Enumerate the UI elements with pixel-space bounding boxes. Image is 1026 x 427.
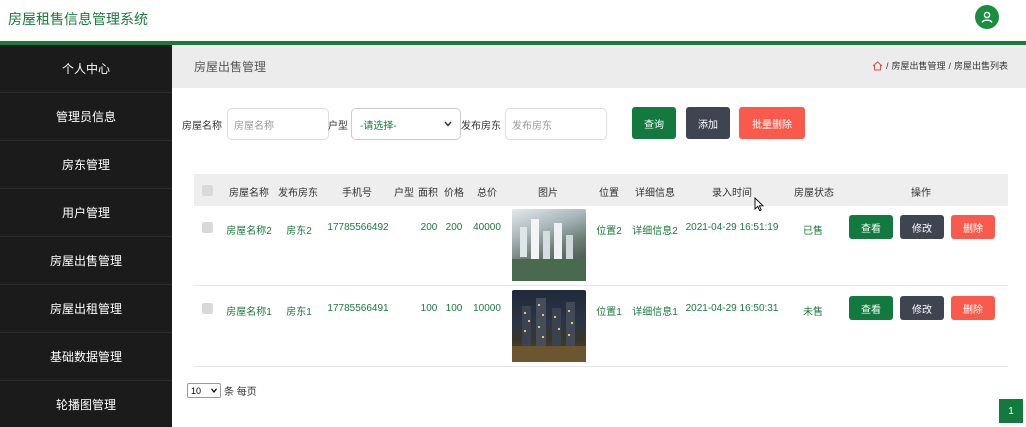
column-header: 价格 — [444, 188, 464, 199]
select-all-checkbox[interactable] — [202, 185, 213, 196]
page-header: 房屋出售管理 / 房屋出售管理 / 房屋出售列表 — [172, 45, 1026, 88]
type-select[interactable]: -请选择- — [351, 108, 461, 140]
sidebar-item-house-rent[interactable]: 房屋出租管理 — [0, 285, 172, 333]
column-header: 操作 — [911, 188, 931, 199]
type-label: 户型 — [328, 121, 348, 132]
building-image-icon — [512, 219, 586, 281]
edit-button[interactable]: 修改 — [900, 296, 944, 320]
cell-phone: 17785566491 — [327, 303, 389, 314]
sidebar-item-landlord[interactable]: 房东管理 — [0, 141, 172, 189]
house-thumbnail[interactable] — [512, 290, 586, 362]
page-title: 房屋出售管理 — [194, 60, 267, 74]
chevron-down-icon — [444, 121, 452, 127]
user-avatar-icon[interactable] — [975, 5, 999, 29]
app-title: 房屋租售信息管理系统 — [8, 11, 148, 27]
column-header: 图片 — [538, 188, 558, 199]
page-size-suffix: 条 每页 — [224, 387, 257, 398]
sidebar-item-label: 用户管理 — [61, 206, 110, 220]
table-header: 房屋名称 发布房东 手机号 户型 面积 价格 总价 图片 位置 详细信息 录入时… — [194, 174, 1008, 206]
cell-time: 2021-04-29 16:50:31 — [685, 303, 779, 314]
column-header: 房屋名称 — [229, 188, 269, 199]
column-header: 发布房东 — [278, 188, 318, 199]
sidebar-item-profile[interactable]: 个人中心 — [0, 45, 172, 93]
sidebar-item-house-sale[interactable]: 房屋出售管理 — [0, 237, 172, 285]
cell-area: 100 — [420, 303, 438, 314]
main-content: 房屋出售管理 / 房屋出售管理 / 房屋出售列表 房屋名称 房屋名称 户型 -请… — [172, 45, 1026, 427]
row-checkbox[interactable] — [202, 222, 213, 233]
column-header: 总价 — [477, 188, 497, 199]
page-size-select[interactable]: 10 — [187, 383, 221, 398]
building-image-icon — [512, 298, 586, 362]
breadcrumb-separator: / — [885, 60, 889, 71]
cell-phone: 17785566492 — [327, 222, 389, 233]
sidebar-item-label: 轮播图管理 — [55, 398, 116, 412]
breadcrumb: / 房屋出售管理 / 房屋出售列表 — [872, 59, 1008, 72]
delete-button[interactable]: 删除 — [951, 296, 995, 320]
status-badge: 未售 — [803, 307, 823, 318]
cell-location: 位置1 — [596, 307, 622, 318]
table-row: 房屋名称2 房东2 17785566492 200 200 40000 位置2 … — [194, 206, 1008, 286]
column-header: 位置 — [599, 188, 619, 199]
row-checkbox[interactable] — [202, 303, 213, 314]
sidebar: 个人中心 管理员信息 房东管理 用户管理 房屋出售管理 房屋出租管理 基础数据管… — [0, 45, 172, 427]
cell-price: 200 — [445, 222, 463, 233]
query-button[interactable]: 查询 — [632, 107, 676, 139]
batch-delete-button[interactable]: 批量删除 — [739, 107, 805, 139]
column-header: 面积 — [418, 188, 438, 199]
sidebar-item-label: 房东管理 — [61, 158, 110, 172]
sidebar-item-label: 基础数据管理 — [49, 350, 122, 364]
page-size-control: 10 条 每页 — [187, 383, 257, 398]
cell-area: 200 — [420, 222, 438, 233]
landlord-search-input[interactable]: 发布房东 — [505, 108, 607, 140]
home-icon[interactable] — [872, 60, 883, 71]
cell-landlord: 房东1 — [286, 307, 312, 318]
column-header: 房屋状态 — [794, 188, 834, 199]
breadcrumb-item[interactable]: 房屋出售管理 — [891, 59, 945, 72]
cell-time: 2021-04-29 16:51:19 — [685, 222, 779, 233]
house-thumbnail[interactable] — [512, 209, 586, 281]
column-header: 手机号 — [342, 188, 372, 199]
cell-total: 10000 — [473, 303, 501, 314]
cell-name: 房屋名称1 — [226, 307, 272, 318]
table-row: 房屋名称1 房东1 17785566491 100 100 10000 位置1 … — [194, 287, 1008, 367]
sidebar-item-label: 房屋出售管理 — [49, 254, 122, 268]
name-search-input[interactable]: 房屋名称 — [227, 108, 329, 140]
breadcrumb-item-current: 房屋出售列表 — [953, 61, 1008, 71]
cell-landlord: 房东2 — [286, 226, 312, 237]
column-header: 详细信息 — [635, 188, 675, 199]
cell-name: 房屋名称2 — [226, 226, 272, 237]
filter-bar: 房屋名称 房屋名称 户型 -请选择- 发布房东 发布房东 查询 添加 批量删除 — [172, 107, 1026, 141]
column-header: 户型 — [394, 188, 414, 199]
view-button[interactable]: 查看 — [849, 215, 893, 239]
delete-button[interactable]: 删除 — [951, 215, 995, 239]
sidebar-item-users[interactable]: 用户管理 — [0, 189, 172, 237]
sidebar-item-carousel[interactable]: 轮播图管理 — [0, 381, 172, 427]
breadcrumb-separator: / — [948, 60, 951, 71]
sidebar-item-label: 房屋出租管理 — [49, 302, 122, 316]
page-number-button[interactable]: 1 — [999, 399, 1023, 423]
sidebar-item-basic-data[interactable]: 基础数据管理 — [0, 333, 172, 381]
cell-detail: 详细信息2 — [632, 226, 678, 237]
landlord-label: 发布房东 — [461, 121, 501, 132]
cell-price: 100 — [445, 303, 463, 314]
status-badge: 已售 — [803, 226, 823, 237]
column-header: 录入时间 — [712, 188, 752, 199]
sidebar-item-label: 管理员信息 — [55, 110, 116, 124]
chevron-down-icon — [211, 388, 217, 393]
view-button[interactable]: 查看 — [849, 296, 893, 320]
edit-button[interactable]: 修改 — [900, 215, 944, 239]
cell-total: 40000 — [473, 222, 501, 233]
cell-detail: 详细信息1 — [632, 307, 678, 318]
name-label: 房屋名称 — [182, 121, 222, 132]
add-button[interactable]: 添加 — [686, 107, 730, 139]
sidebar-item-admin[interactable]: 管理员信息 — [0, 93, 172, 141]
top-bar: 房屋租售信息管理系统 — [0, 0, 1026, 41]
cell-location: 位置2 — [596, 226, 622, 237]
mouse-cursor-icon — [754, 197, 764, 212]
sidebar-item-label: 个人中心 — [61, 62, 110, 76]
